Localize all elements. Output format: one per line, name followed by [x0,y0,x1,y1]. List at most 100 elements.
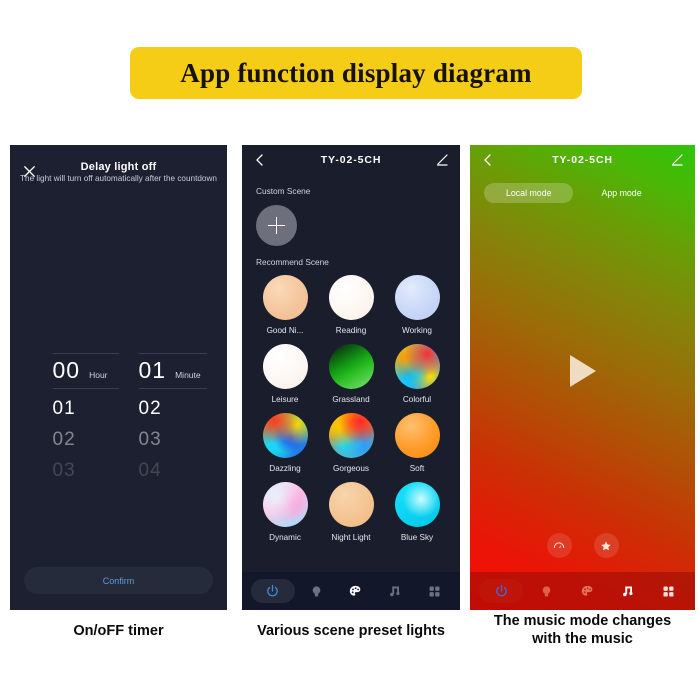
nav-power-button[interactable] [479,579,524,603]
music-note-icon [622,586,633,596]
add-scene-button[interactable] [256,205,297,246]
device-name: TY-02-5CH [552,154,613,166]
confirm-button[interactable]: Confirm [24,567,213,594]
custom-scene-label: Custom Scene [256,186,311,196]
scene-label: Grassland [332,395,370,404]
scene-item[interactable]: Night Light [318,482,384,542]
scene-label: Reading [335,326,367,335]
bottom-nav-scenes [242,572,460,610]
scene-grid: Good Ni... Reading Working Leisure Grass… [242,275,460,542]
nav-bulb-button[interactable] [300,580,334,602]
palette-icon [581,585,593,596]
nav-grid-button[interactable] [417,580,451,602]
caption-timer: On/oFF timer [73,623,164,639]
scene-swatch [394,344,440,389]
caption-scenes: Various scene preset lights [257,623,445,639]
hour-selected-row[interactable]: 00 Hour [52,353,119,389]
pencil-icon[interactable] [435,153,449,167]
scene-item[interactable]: Dynamic [252,482,318,542]
scene-item[interactable]: Good Ni... [252,275,318,335]
minute-option[interactable]: 03 [139,429,207,451]
star-icon [601,540,611,550]
countdown-picker[interactable]: 00 Hour 01 02 03 01 Minute 02 03 04 [10,353,227,482]
scene-item[interactable]: Dazzling [252,413,318,473]
scene-label: Blue Sky [400,533,434,542]
bulb-icon [543,585,551,596]
scene-item[interactable]: Grassland [318,344,384,404]
scene-item[interactable]: Leisure [252,344,318,404]
speedometer-icon [553,541,565,548]
play-icon [569,355,596,387]
scene-item[interactable]: Gorgeous [318,413,384,473]
scene-swatch [394,482,440,527]
hour-option[interactable]: 01 [53,398,119,420]
timer-header: Delay light off The light will turn off … [10,145,227,189]
scene-item[interactable]: Colorful [384,344,450,404]
scene-label: Good Ni... [266,326,304,335]
scene-swatch [262,413,308,458]
phone-screen-timer: Delay light off The light will turn off … [10,145,227,610]
caption-music-line1: The music mode changes [493,613,672,629]
scene-item[interactable]: Reading [318,275,384,335]
title-banner: App function display diagram [130,47,582,99]
minute-column[interactable]: 01 Minute 02 03 04 [119,353,207,482]
poster-root: App function display diagram Delay light… [0,0,700,700]
plus-icon [268,217,285,234]
nav-bulb-button[interactable] [530,580,564,602]
confirm-button-label: Confirm [102,575,135,586]
scene-swatch [262,275,308,320]
bulb-icon [312,585,321,596]
play-button[interactable] [470,355,695,387]
nav-music-button[interactable] [378,580,412,602]
scene-item[interactable]: Working [384,275,450,335]
scene-label: Dazzling [269,464,301,473]
power-icon [496,584,507,596]
scene-label: Night Light [331,533,371,542]
timer-title: Delay light off [80,161,157,173]
minute-selected-row[interactable]: 01 Minute [138,353,207,389]
tab-app-mode[interactable]: App mode [595,183,647,203]
bottom-nav-music [470,572,695,610]
minute-unit-label: Minute [175,370,201,380]
phone-screen-music: TY-02-5CH Local mode App mode [470,145,695,610]
page-title: App function display diagram [180,57,532,88]
chevron-left-icon[interactable] [481,153,495,167]
hour-option[interactable]: 02 [53,429,119,451]
scene-swatch [328,482,374,527]
chevron-left-icon[interactable] [253,153,267,167]
scene-label: Soft [409,464,425,473]
nav-palette-button[interactable] [570,580,604,602]
scene-swatch [262,482,308,527]
scene-swatch [328,275,374,320]
pencil-icon[interactable] [670,153,684,167]
nav-palette-button[interactable] [339,580,373,602]
minute-option[interactable]: 04 [139,460,207,482]
grid-icon [663,586,674,596]
palette-icon [350,585,361,596]
scene-item[interactable]: Soft [384,413,450,473]
scene-swatch [328,344,374,389]
nav-music-button[interactable] [611,580,645,602]
sensitivity-button[interactable] [546,533,572,558]
caption-music: The music mode changes with the music [468,612,697,648]
hour-selected-value: 00 [52,357,81,383]
tab-local-mode[interactable]: Local mode [484,183,574,203]
hour-unit-label: Hour [89,370,108,380]
nav-power-button[interactable] [250,579,295,603]
grid-icon [429,586,440,596]
power-icon [267,584,278,596]
nav-grid-button[interactable] [652,580,686,602]
recommend-scene-label: Recommend Scene [256,257,329,267]
hour-option[interactable]: 03 [53,460,119,482]
scene-label: Leisure [271,395,299,404]
hour-column[interactable]: 00 Hour 01 02 03 [31,353,119,482]
scene-swatch [328,413,374,458]
scene-item[interactable]: Blue Sky [384,482,450,542]
scene-label: Dynamic [269,533,301,542]
scene-label: Working [402,326,432,335]
favorite-button[interactable] [593,533,619,558]
minute-option[interactable]: 02 [139,398,207,420]
minute-selected-value: 01 [138,357,167,383]
timer-subtitle: The light will turn off automatically af… [20,174,217,183]
scene-swatch [394,275,440,320]
